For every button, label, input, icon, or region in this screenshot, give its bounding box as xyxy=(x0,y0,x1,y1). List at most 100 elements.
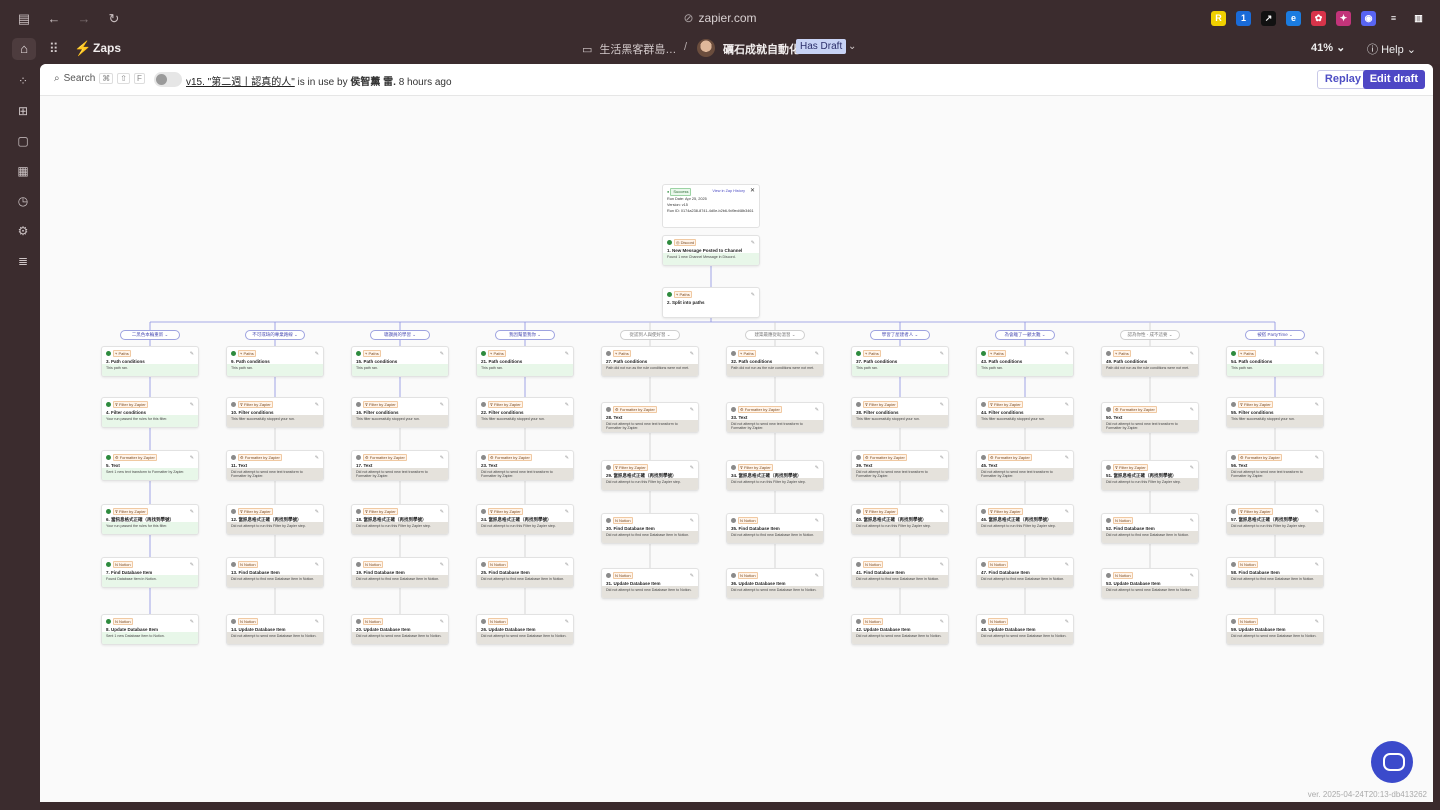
path-label[interactable]: 為會離了一顧太難 ⌄ xyxy=(995,330,1055,340)
step-card[interactable]: ⊽ Filter by Zapier ✎ 4. Filter conditions Y… xyxy=(101,397,199,428)
edit-pencil-icon[interactable]: ✎ xyxy=(565,509,569,515)
settings-icon[interactable]: ⚙ xyxy=(16,224,30,238)
edit-draft-button[interactable]: Edit draft xyxy=(1362,70,1425,89)
edit-pencil-icon[interactable]: ✎ xyxy=(565,402,569,408)
edit-pencil-icon[interactable]: ✎ xyxy=(190,402,194,408)
step-card[interactable]: ⊽ Filter by Zapier ✎ 38. Filter conditions… xyxy=(851,397,949,428)
edit-pencil-icon[interactable]: ✎ xyxy=(190,509,194,515)
edit-pencil-icon[interactable]: ✎ xyxy=(1315,562,1319,568)
reader-icon[interactable]: ≡ xyxy=(1386,11,1401,26)
edit-pencil-icon[interactable]: ✎ xyxy=(315,509,319,515)
chevron-down-icon[interactable]: ⌄ xyxy=(848,41,856,52)
step-card[interactable]: N Notion ✎ 26. Update Database Item Did not… xyxy=(476,614,574,645)
edit-pencil-icon[interactable]: ✎ xyxy=(315,402,319,408)
edit-pencil-icon[interactable]: ✎ xyxy=(1190,573,1194,579)
edit-pencil-icon[interactable]: ✎ xyxy=(815,573,819,579)
step-card[interactable]: ⚙ Formatter by Zapier ✎ 28. Text Did not at… xyxy=(601,402,699,433)
app-name[interactable]: Zaps xyxy=(93,41,121,55)
calendar-icon[interactable]: ▦ xyxy=(16,164,30,178)
edit-pencil-icon[interactable]: ✎ xyxy=(751,292,755,298)
edit-pencil-icon[interactable]: ✎ xyxy=(440,455,444,461)
onepassword-icon[interactable]: 1 xyxy=(1236,11,1251,26)
step-card[interactable]: ⊽ Filter by Zapier ✎ 51. 當訊息格式正確（再找到學號） Did… xyxy=(1101,460,1199,491)
edit-pencil-icon[interactable]: ✎ xyxy=(815,351,819,357)
step-card[interactable]: N Notion ✎ 35. Find Database Item Did not a… xyxy=(726,513,824,544)
step-card[interactable]: N Notion ✎ 53. Update Database Item Did not… xyxy=(1101,568,1199,599)
edit-pencil-icon[interactable]: ✎ xyxy=(315,619,319,625)
step-card[interactable]: ⚙ Formatter by Zapier ✎ 23. Text Did not at… xyxy=(476,450,574,481)
edit-pencil-icon[interactable]: ✎ xyxy=(1315,619,1319,625)
zap-title[interactable]: 礪石成就自動化 xyxy=(723,41,800,57)
edit-pencil-icon[interactable]: ✎ xyxy=(440,619,444,625)
edit-pencil-icon[interactable]: ✎ xyxy=(565,351,569,357)
apps-icon[interactable]: ⁘ xyxy=(16,74,30,88)
step-card[interactable]: N Notion ✎ 7. Find Database Item Found Data… xyxy=(101,557,199,588)
step-card[interactable]: N Notion ✎ 47. Find Database Item Did not a… xyxy=(976,557,1074,588)
path-label[interactable]: 我因幫量我你 ⌄ xyxy=(495,330,555,340)
edit-pencil-icon[interactable]: ✎ xyxy=(940,455,944,461)
edit-pencil-icon[interactable]: ✎ xyxy=(190,619,194,625)
edit-pencil-icon[interactable]: ✎ xyxy=(190,455,194,461)
edit-pencil-icon[interactable]: ✎ xyxy=(190,351,194,357)
edit-pencil-icon[interactable]: ✎ xyxy=(690,465,694,471)
step-card[interactable]: N Notion ✎ 36. Update Database Item Did not… xyxy=(726,568,824,599)
red-extension-icon[interactable]: ✿ xyxy=(1311,11,1326,26)
step-card[interactable]: ⊽ Filter by Zapier ✎ 34. 當訊息格式正確（再找到學號） Did… xyxy=(726,460,824,491)
step-card[interactable]: N Notion ✎ 8. Update Database Item Sent 1 n… xyxy=(101,614,199,645)
step-card[interactable]: ⑂ Paths ✎ 43. Path conditions This path ran… xyxy=(976,346,1074,377)
step-card[interactable]: N Notion ✎ 58. Find Database Item Did not a… xyxy=(1226,557,1324,588)
step-card[interactable]: ⊽ Filter by Zapier ✎ 12. 當訊息格式正確（再找到學號） Did… xyxy=(226,504,324,535)
path-label[interactable]: 二黑色本輪重新 ⌄ xyxy=(120,330,180,340)
step-card[interactable]: ⑂ Paths ✎ 54. Path conditions This path ran… xyxy=(1226,346,1324,377)
step-card[interactable]: ⚙ Formatter by Zapier ✎ 56. Text Did not at… xyxy=(1226,450,1324,481)
path-label[interactable]: 認為你性 - 成不這要 ⌄ xyxy=(1120,330,1180,340)
step-card[interactable]: N Notion ✎ 20. Update Database Item Did not… xyxy=(351,614,449,645)
comment-icon[interactable]: ▢ xyxy=(16,134,30,148)
step-card[interactable]: ⊽ Filter by Zapier ✎ 40. 當訊息格式正確（再找到學號） Did… xyxy=(851,504,949,535)
apps-grid-icon[interactable]: ⠿ xyxy=(49,41,59,57)
step-card[interactable]: N Notion ✎ 59. Update Database Item Did not… xyxy=(1226,614,1324,645)
edit-pencil-icon[interactable]: ✎ xyxy=(940,619,944,625)
edit-pencil-icon[interactable]: ✎ xyxy=(1190,518,1194,524)
edit-pencil-icon[interactable]: ✎ xyxy=(190,562,194,568)
step-card[interactable]: ⚙ Formatter by Zapier ✎ 5. Text Sent 1 new … xyxy=(101,450,199,481)
edit-pencil-icon[interactable]: ✎ xyxy=(1315,509,1319,515)
step-card[interactable]: ⚙ Formatter by Zapier ✎ 17. Text Did not at… xyxy=(351,450,449,481)
step-card[interactable]: ⊽ Filter by Zapier ✎ 55. Filter conditions… xyxy=(1226,397,1324,428)
edit-pencil-icon[interactable]: ✎ xyxy=(1315,455,1319,461)
edit-pencil-icon[interactable]: ✎ xyxy=(1190,465,1194,471)
edit-pencil-icon[interactable]: ✎ xyxy=(1065,402,1069,408)
edit-pencil-icon[interactable]: ✎ xyxy=(1315,351,1319,357)
edit-pencil-icon[interactable]: ✎ xyxy=(315,562,319,568)
step-card[interactable]: ⊽ Filter by Zapier ✎ 24. 當訊息格式正確（再找到學號） Did… xyxy=(476,504,574,535)
step-card[interactable]: ⚙ Formatter by Zapier ✎ 33. Text Did not at… xyxy=(726,402,824,433)
zap-on-off-toggle[interactable] xyxy=(154,72,182,87)
edit-pencil-icon[interactable]: ✎ xyxy=(1315,402,1319,408)
step-card[interactable]: N Notion ✎ 14. Update Database Item Did not… xyxy=(226,614,324,645)
step-card[interactable]: ⑂ Paths ✎ 2. Split into paths xyxy=(662,287,760,318)
edit-pencil-icon[interactable]: ✎ xyxy=(815,518,819,524)
step-card[interactable]: ◎ Discord ✎ 1. New Message Posted to Chann… xyxy=(662,235,760,266)
edit-pencil-icon[interactable]: ✎ xyxy=(815,465,819,471)
edit-pencil-icon[interactable]: ✎ xyxy=(690,407,694,413)
edit-pencil-icon[interactable]: ✎ xyxy=(940,509,944,515)
edit-pencil-icon[interactable]: ✎ xyxy=(565,562,569,568)
edit-pencil-icon[interactable]: ✎ xyxy=(1065,509,1069,515)
edit-pencil-icon[interactable]: ✎ xyxy=(1065,351,1069,357)
add-file-icon[interactable]: ⊞ xyxy=(16,104,30,118)
edit-pencil-icon[interactable]: ✎ xyxy=(565,455,569,461)
edit-pencil-icon[interactable]: ✎ xyxy=(440,562,444,568)
step-card[interactable]: ⊽ Filter by Zapier ✎ 57. 當訊息格式正確（再找到學號） Did… xyxy=(1226,504,1324,535)
edit-pencil-icon[interactable]: ✎ xyxy=(565,619,569,625)
step-card[interactable]: ⑂ Paths ✎ 15. Path conditions This path ran… xyxy=(351,346,449,377)
edit-pencil-icon[interactable]: ✎ xyxy=(940,402,944,408)
chat-support-button[interactable] xyxy=(1371,741,1413,783)
path-label[interactable]: 聰讚員的學習 ⌄ xyxy=(370,330,430,340)
step-card[interactable]: N Notion ✎ 52. Find Database Item Did not a… xyxy=(1101,513,1199,544)
step-card[interactable]: N Notion ✎ 19. Find Database Item Did not a… xyxy=(351,557,449,588)
edit-pencil-icon[interactable]: ✎ xyxy=(1190,407,1194,413)
close-icon[interactable]: ✕ xyxy=(750,187,755,194)
edge-extension-icon[interactable]: e xyxy=(1286,11,1301,26)
step-card[interactable]: ⊽ Filter by Zapier ✎ 10. Filter conditions… xyxy=(226,397,324,428)
zoom-level[interactable]: 41% ⌄ xyxy=(1311,41,1345,54)
